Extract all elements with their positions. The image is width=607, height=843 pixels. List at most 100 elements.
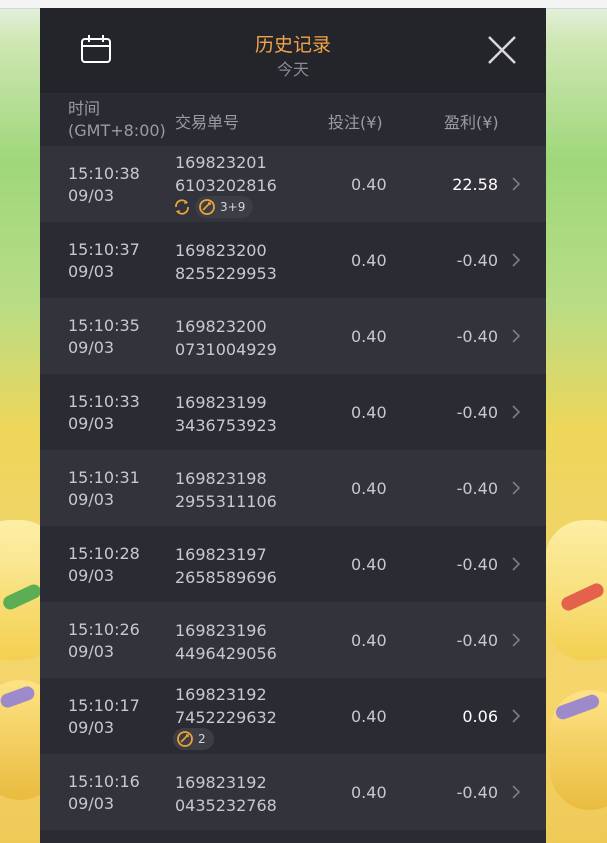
row-profit: 0.06 [462,707,498,726]
row-transaction-id: 169823196 4496429056 [175,619,277,665]
chevron-right-icon[interactable] [510,405,522,419]
feature-badge: 2 [173,728,214,750]
row-time-value: 15:10:28 [68,544,140,563]
feature-badge: 3+9 [195,196,254,218]
row-time: 15:10:26 09/03 [68,619,140,663]
row-profit: -0.40 [456,555,498,574]
respin-icon [175,199,189,215]
history-row[interactable]: 15:10:26 09/03 169823196 4496429056 0.40… [40,602,546,678]
row-transaction-id-line1: 169823192 [175,773,267,792]
history-row[interactable]: 15:10:28 09/03 169823197 2658589696 0.40… [40,526,546,602]
row-date-value: 09/03 [68,186,115,205]
row-transaction-id-line2: 4496429056 [175,644,277,663]
close-icon[interactable] [486,34,518,66]
row-transaction-id: 169823197 2658589696 [175,543,277,589]
free-spin-icon [199,199,215,215]
row-profit: -0.40 [456,403,498,422]
row-time-value: 15:10:35 [68,316,140,335]
column-header-time-label: 时间 [68,99,101,118]
row-transaction-id: 169823198 2955311106 [175,467,277,513]
chevron-right-icon[interactable] [510,785,522,799]
history-row[interactable]: 15:10:33 09/03 169823199 3436753923 0.40… [40,374,546,450]
row-transaction-id-line1: 169823199 [175,393,267,412]
row-transaction-id-line2: 7452229632 [175,708,277,727]
row-bet: 0.40 [351,707,387,726]
row-transaction-id: 169823192 0435232768 [175,771,277,817]
row-time: 15:10:16 09/03 [68,771,140,815]
history-row[interactable]: 15:10:38 09/03 169823201 6103202816 3+9 … [40,146,546,222]
row-badges: 2 [173,728,214,750]
history-row[interactable]: 15:10:16 09/03 169823192 0435232768 0.40… [40,754,546,830]
row-transaction-id: 169823192 7452229632 [175,683,277,729]
row-time-value: 15:10:38 [68,164,140,183]
row-transaction-id-line2: 0731004929 [175,340,277,359]
chevron-right-icon[interactable] [510,557,522,571]
row-date-value: 09/03 [68,642,115,661]
chevron-right-icon[interactable] [510,481,522,495]
page-title: 历史记录 [254,34,331,56]
row-time-value: 15:10:33 [68,392,140,411]
column-header-bet: 投注(¥) [328,113,383,132]
row-transaction-id-line1: 169823198 [175,469,267,488]
row-date-value: 09/03 [68,794,115,813]
column-header-transaction-id: 交易单号 [175,113,240,132]
row-transaction-id-line2: 2658589696 [175,568,277,587]
history-panel: 历史记录 今天 时间 (GMT+8:00) 交易单号 投注(¥) 盈利(¥) 1… [40,8,546,843]
column-headers: 时间 (GMT+8:00) 交易单号 投注(¥) 盈利(¥) [40,94,546,146]
chevron-right-icon[interactable] [510,709,522,723]
row-time: 15:10:35 09/03 [68,315,140,359]
row-date-value: 09/03 [68,490,115,509]
row-bet: 0.40 [351,175,387,194]
chevron-right-icon[interactable] [510,633,522,647]
row-transaction-id-line2: 0435232768 [175,796,277,815]
row-transaction-id-line2: 8255229953 [175,264,277,283]
feature-count: 2 [198,732,206,746]
row-transaction-id-line1: 169823192 [175,685,267,704]
history-header: 历史记录 今天 [40,8,546,93]
row-profit: -0.40 [456,631,498,650]
row-profit: -0.40 [456,251,498,270]
row-transaction-id-line2: 2955311106 [175,492,277,511]
row-date-value: 09/03 [68,262,115,281]
row-date-value: 09/03 [68,414,115,433]
row-transaction-id-line1: 169823200 [175,241,267,260]
row-transaction-id-line2: 6103202816 [175,176,277,195]
chevron-right-icon[interactable] [510,253,522,267]
history-row[interactable]: 15:10:31 09/03 169823198 2955311106 0.40… [40,450,546,526]
row-bet: 0.40 [351,479,387,498]
row-time-value: 15:10:26 [68,620,140,639]
row-transaction-id: 169823201 6103202816 [175,151,277,197]
row-date-value: 09/03 [68,718,115,737]
row-time: 15:10:37 09/03 [68,239,140,283]
row-time-value: 15:10:31 [68,468,140,487]
row-bet: 0.40 [351,783,387,802]
row-transaction-id: 169823199 3436753923 [175,391,277,437]
chevron-right-icon[interactable] [510,329,522,343]
column-header-profit: 盈利(¥) [444,113,499,132]
row-bet: 0.40 [351,555,387,574]
history-row[interactable]: 15:10:17 09/03 169823192 7452229632 2 0.… [40,678,546,754]
row-date-value: 09/03 [68,338,115,357]
row-time: 15:10:38 09/03 [68,163,140,207]
column-header-timezone: (GMT+8:00) [68,121,166,140]
row-badges: 3+9 [173,196,254,218]
row-bet: 0.40 [351,631,387,650]
chevron-right-icon[interactable] [510,177,522,191]
row-transaction-id-line1: 169823200 [175,317,267,336]
history-row[interactable]: 15:10:37 09/03 169823200 8255229953 0.40… [40,222,546,298]
date-filter-label[interactable]: 今天 [40,56,546,80]
row-time-value: 15:10:16 [68,772,140,791]
row-date-value: 09/03 [68,566,115,585]
row-transaction-id-line1: 169823201 [175,153,267,172]
free-spin-icon [177,731,193,747]
row-time: 15:10:33 09/03 [68,391,140,435]
row-bet: 0.40 [351,403,387,422]
row-time: 15:10:17 09/03 [68,695,140,739]
history-row[interactable]: 15:10:35 09/03 169823200 0731004929 0.40… [40,298,546,374]
row-time: 15:10:28 09/03 [68,543,140,587]
row-profit: 22.58 [452,175,498,194]
row-transaction-id: 169823200 0731004929 [175,315,277,361]
row-transaction-id: 169823200 8255229953 [175,239,277,285]
row-time-value: 15:10:37 [68,240,140,259]
row-profit: -0.40 [456,783,498,802]
